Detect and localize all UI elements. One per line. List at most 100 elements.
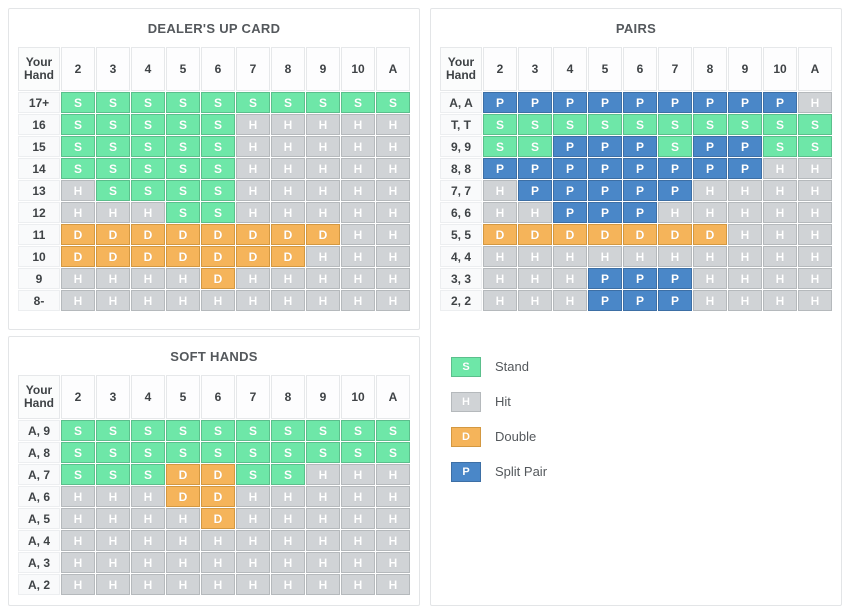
action-cell: S [658,114,692,135]
hard-hands-table-header: Your Hand 2 3 4 5 6 7 8 9 10 A [18,47,410,91]
action-cell: H [236,508,270,529]
dealer-card-header-6: 6 [201,375,235,419]
dealer-card-header-9: 9 [306,47,340,91]
action-cell: P [588,202,622,223]
action-cell: S [693,114,727,135]
action-cell: S [61,420,95,441]
action-cell: D [518,224,552,245]
pairs-title: PAIRS [615,21,657,36]
action-cell: H [483,180,517,201]
table-row: 5, 5DDDDDDDHHH [440,224,832,245]
dealer-card-header-2: 2 [61,375,95,419]
action-cell: P [483,158,517,179]
action-cell: D [166,486,200,507]
action-cell: P [623,268,657,289]
action-cell: H [376,158,410,179]
action-cell: P [728,92,762,113]
action-cell: S [201,158,235,179]
action-cell: P [483,92,517,113]
dealer-card-header-A: A [798,47,832,91]
action-cell: H [201,552,235,573]
action-cell: S [201,420,235,441]
action-cell: H [306,464,340,485]
action-cell: H [341,158,375,179]
your-hand-header: Your Hand [18,375,60,419]
action-cell: H [341,114,375,135]
action-cell: P [518,92,552,113]
your-hand-header-line2: Hand [446,68,476,82]
action-cell: H [341,508,375,529]
action-cell: S [61,114,95,135]
action-cell: H [96,530,130,551]
player-hand-label: 16 [18,114,60,135]
soft-hands-panel: SOFT HANDS Your Hand 2 3 4 5 6 7 8 9 10 A A, 9SSSSS… [8,336,420,606]
action-cell: H [341,224,375,245]
action-cell: H [728,268,762,289]
action-cell: H [236,202,270,223]
action-cell: H [798,92,832,113]
action-cell: S [61,92,95,113]
action-cell: H [166,268,200,289]
action-cell: S [131,442,165,463]
action-cell: H [131,290,165,311]
action-cell: H [376,508,410,529]
player-hand-label: A, 6 [18,486,60,507]
action-cell: D [588,224,622,245]
action-cell: H [96,486,130,507]
action-cell: D [201,486,235,507]
action-cell: S [728,114,762,135]
your-hand-header: Your Hand [18,47,60,91]
action-cell: S [518,136,552,157]
action-cell: S [341,442,375,463]
legend-item: D Double [451,419,821,454]
action-cell: H [201,290,235,311]
action-cell: H [376,246,410,267]
action-cell: P [518,180,552,201]
action-cell: S [201,180,235,201]
legend-swatch-P: P [451,461,481,482]
action-cell: D [61,246,95,267]
action-cell: H [728,202,762,223]
action-cell: P [623,290,657,311]
action-cell: S [166,442,200,463]
action-cell: H [376,268,410,289]
action-cell: S [341,420,375,441]
action-cell: S [236,420,270,441]
player-hand-label: A, 5 [18,508,60,529]
action-cell: S [61,158,95,179]
dealer-card-header-10: 10 [341,47,375,91]
player-hand-label: 9 [18,268,60,289]
action-cell: H [61,290,95,311]
action-cell: H [798,202,832,223]
action-cell: H [376,114,410,135]
action-cell: H [553,268,587,289]
action-cell: S [623,114,657,135]
player-hand-label: A, 7 [18,464,60,485]
action-cell: D [166,246,200,267]
action-cell: S [483,136,517,157]
dealer-card-header-2: 2 [483,47,517,91]
action-cell: H [693,246,727,267]
action-cell: D [96,224,130,245]
action-cell: H [376,530,410,551]
action-cell: S [131,180,165,201]
table-row: 8, 8PPPPPPPPHH [440,158,832,179]
action-cell: S [658,136,692,157]
action-cell: H [236,158,270,179]
action-cell: H [376,180,410,201]
action-cell: H [96,574,130,595]
table-row: A, 6HHHDDHHHHH [18,486,410,507]
legend-item: H Hit [451,384,821,419]
table-row: A, 3HHHHHHHHHH [18,552,410,573]
action-cell: H [376,464,410,485]
player-hand-label: 17+ [18,92,60,113]
dealer-card-header-3: 3 [96,47,130,91]
action-cell: S [61,464,95,485]
action-cell: H [96,552,130,573]
action-cell: H [131,268,165,289]
table-row: 16 S S S S S H H H H H [18,114,410,135]
dealer-card-header-4: 4 [553,47,587,91]
action-cell: S [763,114,797,135]
action-cell: H [376,290,410,311]
action-cell: H [798,180,832,201]
